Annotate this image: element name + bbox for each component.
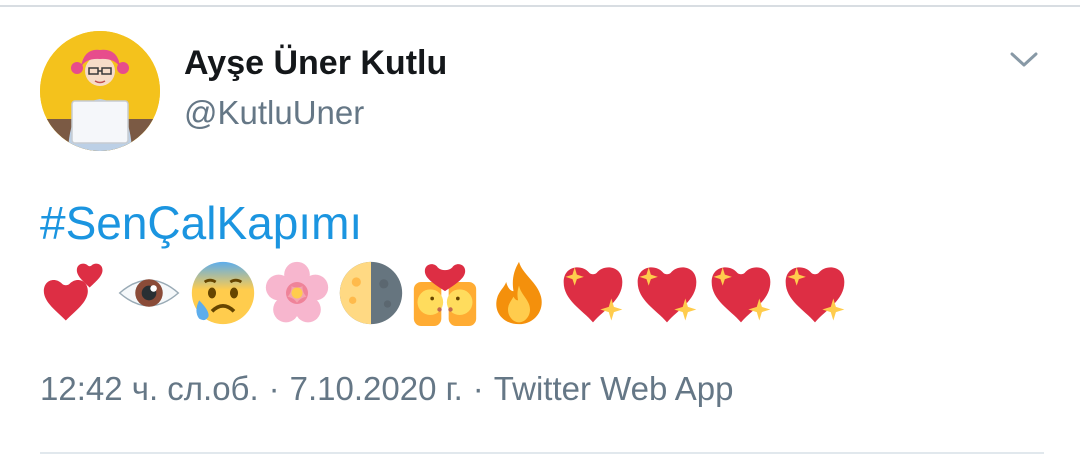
meta-separator: · xyxy=(268,370,280,407)
sparkling-heart-icon xyxy=(637,267,697,323)
tweet-source[interactable]: Twitter Web App xyxy=(494,370,734,408)
chevron-down-icon xyxy=(1010,52,1038,67)
fire-icon xyxy=(496,261,542,325)
hashtag-link[interactable]: #SenÇalKapımı xyxy=(40,196,362,250)
kiss-icon xyxy=(413,264,477,326)
top-divider xyxy=(0,5,1080,7)
bottom-divider xyxy=(40,452,1044,454)
sparkling-heart-icon xyxy=(711,267,771,323)
emoji-row xyxy=(42,258,848,328)
tweet-menu-button[interactable] xyxy=(1004,44,1044,76)
author-handle[interactable]: @KutluUner xyxy=(184,94,364,132)
cherry-blossom-icon xyxy=(265,261,329,323)
anxious-face-with-sweat-icon xyxy=(191,261,255,325)
sparkling-heart-icon xyxy=(563,267,623,323)
meta-separator: · xyxy=(472,370,484,407)
tweet-time[interactable]: 12:42 ч. сл.об. xyxy=(40,370,259,408)
eye-icon xyxy=(118,279,180,307)
author-display-name[interactable]: Ayşe Üner Kutlu xyxy=(184,44,447,83)
avatar-illustration-icon xyxy=(40,31,160,151)
last-quarter-moon-icon xyxy=(339,261,403,325)
sparkling-heart-icon xyxy=(785,267,845,323)
tweet-metadata: 12:42 ч. сл.об. · 7.10.2020 г. · Twitter Web… xyxy=(40,370,733,408)
tweet-date[interactable]: 7.10.2020 г. xyxy=(290,370,463,408)
avatar[interactable] xyxy=(40,31,160,151)
two-hearts-icon xyxy=(43,263,103,321)
